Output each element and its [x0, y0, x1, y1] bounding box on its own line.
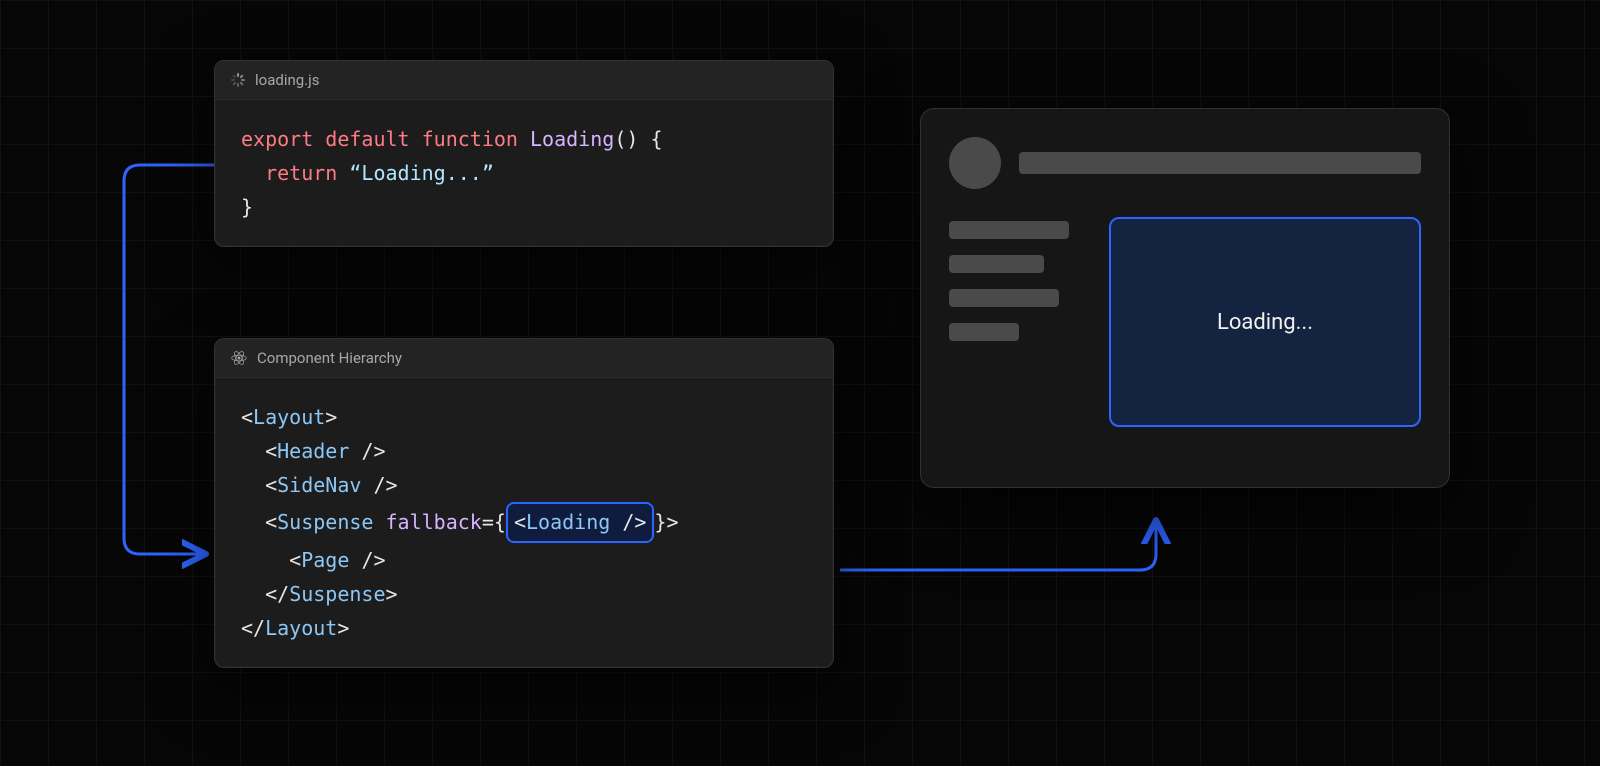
- avatar-skeleton: [949, 137, 1001, 189]
- token-string: “Loading...”: [349, 161, 494, 185]
- skeleton-line: [949, 255, 1044, 273]
- code-block: export default function Loading() { retu…: [215, 100, 833, 246]
- skeleton-line: [949, 323, 1019, 341]
- hierarchy-panel: Component Hierarchy <Layout> <Header /> …: [214, 338, 834, 668]
- token-keyword: return: [265, 161, 337, 185]
- hierarchy-code: <Layout> <Header /> <SideNav /> <Suspens…: [215, 378, 833, 667]
- token-function-name: Loading: [530, 127, 614, 151]
- preview-body: Loading...: [949, 217, 1421, 427]
- loading-pill: <Loading />: [506, 502, 654, 543]
- react-icon: [231, 350, 247, 366]
- token-punct: }: [241, 195, 253, 219]
- tag-sidenav: SideNav: [277, 473, 361, 497]
- preview-header: [949, 137, 1421, 189]
- token-keyword: export: [241, 127, 313, 151]
- skeleton-line: [949, 221, 1069, 239]
- attr-fallback: fallback: [386, 510, 482, 534]
- titlebar-skeleton: [1019, 152, 1421, 174]
- code-panel-header: loading.js: [215, 61, 833, 100]
- tag-layout-close: Layout: [265, 616, 337, 640]
- browser-preview: Loading...: [920, 108, 1450, 488]
- hierarchy-panel-title: Component Hierarchy: [257, 349, 402, 367]
- token-keyword: function: [422, 127, 518, 151]
- code-panel: loading.js export default function Loadi…: [214, 60, 834, 247]
- tag-header: Header: [277, 439, 349, 463]
- spinner-icon: [231, 73, 245, 87]
- code-panel-title: loading.js: [255, 71, 319, 89]
- token-punct: {: [638, 127, 662, 151]
- tag-page: Page: [301, 548, 349, 572]
- tag-loading: Loading: [526, 510, 610, 534]
- tag-suspense-close: Suspense: [289, 582, 385, 606]
- loading-text: Loading...: [1217, 310, 1313, 335]
- loading-content-box: Loading...: [1109, 217, 1421, 427]
- tag-layout-open: Layout: [253, 405, 325, 429]
- skeleton-line: [949, 289, 1059, 307]
- token-punct: (): [614, 127, 638, 151]
- token-keyword: default: [325, 127, 409, 151]
- tag-suspense-open: Suspense: [277, 510, 373, 534]
- hierarchy-panel-header: Component Hierarchy: [215, 339, 833, 378]
- sidebar-skeleton: [949, 217, 1079, 427]
